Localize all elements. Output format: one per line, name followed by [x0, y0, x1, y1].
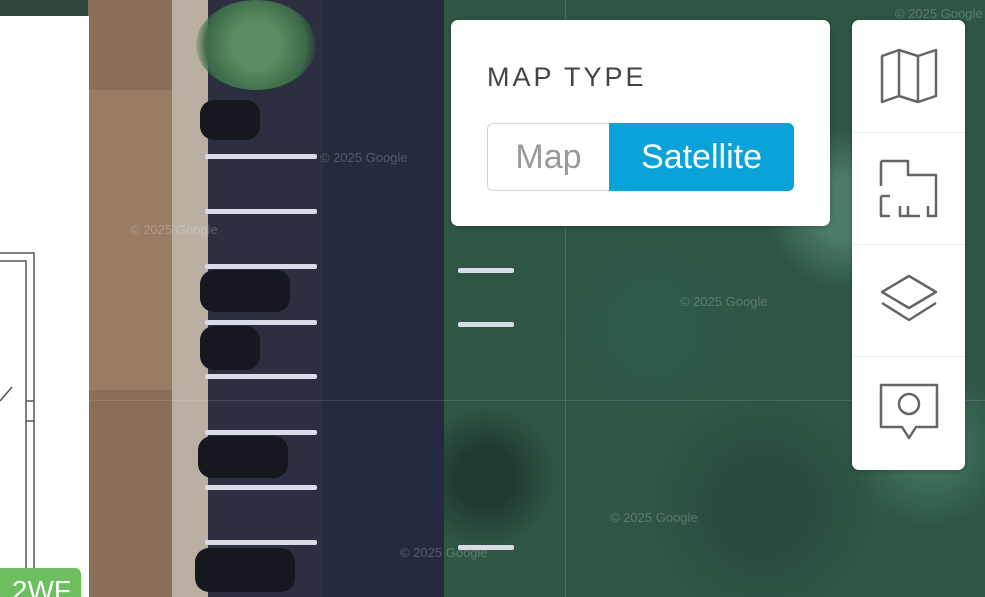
parked-car — [198, 436, 288, 478]
floor-plan-button[interactable] — [852, 132, 965, 244]
map-watermark: © 2025 Google — [610, 510, 698, 525]
parked-car — [200, 100, 260, 140]
parking-stripe — [205, 209, 317, 214]
map-icon — [880, 48, 937, 104]
parking-stripe — [205, 374, 317, 379]
parking-stripe — [205, 264, 317, 269]
parking-stripe — [458, 322, 514, 327]
parking-stripe — [458, 268, 514, 273]
floor-plan-drawing — [0, 252, 35, 569]
map-toolbar — [852, 20, 965, 470]
place-marker-button[interactable] — [852, 356, 965, 468]
parked-car — [195, 548, 295, 592]
floor-plan-panel[interactable]: 2WF — [0, 16, 89, 597]
parked-car — [200, 326, 260, 370]
floor-plan-icon — [879, 159, 937, 217]
map-type-toggle[interactable]: Map Satellite — [487, 123, 794, 191]
satellite-option-button[interactable]: Satellite — [609, 123, 794, 191]
map-watermark: © 2025 Google — [400, 545, 488, 560]
tile-seam — [0, 400, 985, 401]
unit-label-badge[interactable]: 2WF — [0, 568, 81, 597]
parking-stripe — [205, 320, 317, 325]
layers-icon — [880, 274, 937, 321]
map-option-button[interactable]: Map — [487, 123, 609, 191]
place-marker-icon — [879, 383, 938, 439]
map-watermark: © 2025 Google — [680, 294, 768, 309]
parking-stripe — [205, 154, 317, 159]
tree — [196, 0, 316, 90]
road — [318, 0, 444, 597]
map-watermark: © 2025 Google — [320, 150, 408, 165]
map-watermark: © 2025 Google — [895, 6, 983, 21]
map-view-button[interactable] — [852, 20, 965, 132]
building-roof — [88, 0, 172, 597]
map-type-panel: MAP TYPE Map Satellite — [451, 20, 830, 226]
parking-stripe — [205, 540, 317, 545]
map-watermark: © 2025 Google — [130, 222, 218, 237]
layers-button[interactable] — [852, 244, 965, 356]
parked-car — [200, 270, 290, 312]
parking-stripe — [205, 430, 317, 435]
parking-stripe — [205, 485, 317, 490]
map-type-title: MAP TYPE — [487, 62, 647, 92]
